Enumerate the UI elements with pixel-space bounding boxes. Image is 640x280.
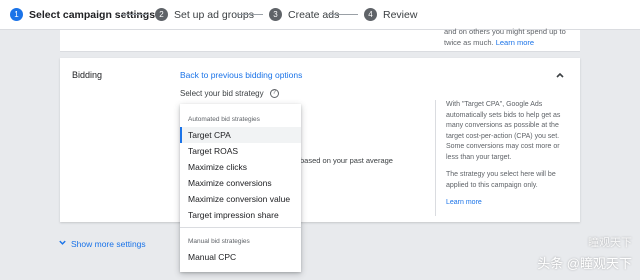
menu-group-label: Automated bid strategies xyxy=(188,116,260,123)
menu-item-maximize-conversion-value[interactable]: Maximize conversion value xyxy=(180,191,301,207)
step-number: 3 xyxy=(269,8,282,21)
step-4[interactable]: 4 Review xyxy=(364,8,417,21)
learn-more-link[interactable]: Learn more xyxy=(446,198,570,209)
learn-more-link[interactable]: Learn more xyxy=(496,38,534,47)
menu-item-maximize-clicks[interactable]: Maximize clicks xyxy=(180,159,301,175)
step-connector xyxy=(235,14,263,15)
chevron-down-icon xyxy=(58,238,67,249)
strategy-description: based on your past average xyxy=(300,156,393,165)
menu-item-target-cpa[interactable]: Target CPA xyxy=(180,127,301,143)
bid-strategy-menu: Automated bid strategies Target CPA Targ… xyxy=(180,104,301,272)
step-number: 2 xyxy=(155,8,168,21)
step-connector xyxy=(328,14,358,15)
budget-note: and on others you might spend up to twic… xyxy=(444,26,574,48)
bidding-title: Bidding xyxy=(72,70,103,80)
bidding-help-panel: With "Target CPA", Google Ads automatica… xyxy=(435,100,570,216)
menu-group-label: Manual bid strategies xyxy=(188,238,250,245)
menu-item-target-roas[interactable]: Target ROAS xyxy=(180,143,301,159)
step-number: 4 xyxy=(364,8,377,21)
step-number: 1 xyxy=(10,8,23,21)
help-paragraph: With "Target CPA", Google Ads automatica… xyxy=(446,101,561,161)
step-connector xyxy=(121,14,149,15)
menu-item-target-impression-share[interactable]: Target impression share xyxy=(180,207,301,223)
show-more-settings[interactable]: Show more settings xyxy=(58,238,146,249)
previous-settings-card: and on others you might spend up to twic… xyxy=(60,27,580,52)
watermark-text: 头条 @瞳观天下 xyxy=(537,256,632,271)
chevron-up-icon[interactable] xyxy=(554,68,566,80)
bidding-card: Bidding Back to previous bidding options… xyxy=(60,58,580,222)
menu-divider xyxy=(180,227,301,228)
bid-strategy-text: Select your bid strategy xyxy=(180,89,264,98)
menu-item-manual-cpc[interactable]: Manual CPC xyxy=(180,249,301,265)
step-label: Review xyxy=(383,8,418,21)
watermark-text-upper: 瞳观天下 xyxy=(588,237,632,249)
help-paragraph: The strategy you select here will be app… xyxy=(446,171,556,189)
show-more-label: Show more settings xyxy=(71,238,146,249)
watermark: 头条 @瞳观天下 瞳观天下 xyxy=(537,237,632,272)
bid-strategy-label: Select your bid strategy ? xyxy=(180,89,279,98)
back-to-bidding-options-link[interactable]: Back to previous bidding options xyxy=(180,70,302,80)
help-icon[interactable]: ? xyxy=(269,89,279,98)
menu-item-maximize-conversions[interactable]: Maximize conversions xyxy=(180,175,301,191)
